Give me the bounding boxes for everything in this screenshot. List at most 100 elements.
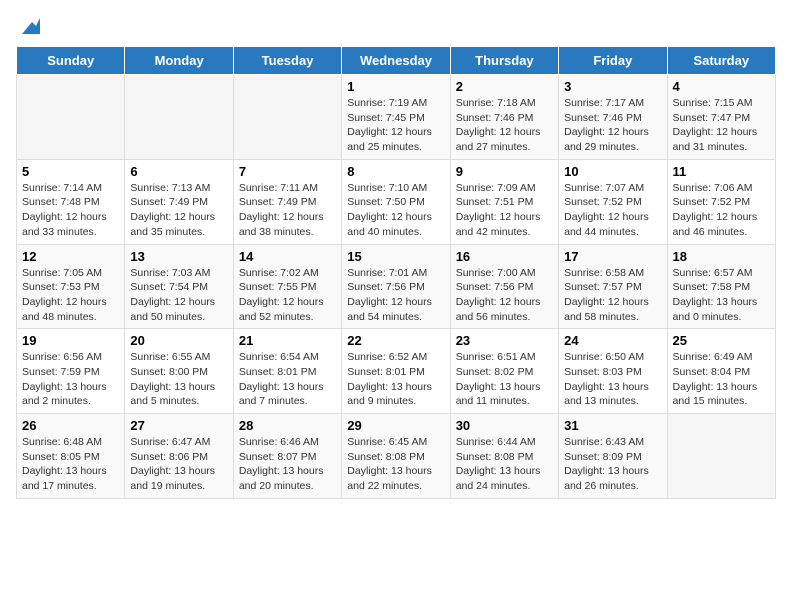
calendar-cell: 28 Sunrise: 6:46 AM Sunset: 8:07 PM Dayli… xyxy=(233,414,341,499)
day-number: 4 xyxy=(673,79,770,94)
logo-bird-icon xyxy=(18,16,40,38)
calendar-cell: 6Sunrise: 7:13 AM Sunset: 7:49 PM Daylig… xyxy=(125,159,233,244)
day-info: Sunrise: 6:55 AM Sunset: 8:00 PM Dayligh… xyxy=(130,350,227,409)
calendar-cell: 26 Sunrise: 6:48 AM Sunset: 8:05 PM Dayli… xyxy=(17,414,125,499)
day-number: 24 xyxy=(564,333,661,348)
calendar-cell: 12 Sunrise: 7:05 AM Sunset: 7:53 PM Dayli… xyxy=(17,244,125,329)
day-info: Sunrise: 7:07 AM Sunset: 7:52 PM Dayligh… xyxy=(564,181,661,240)
day-number: 17 xyxy=(564,249,661,264)
day-number: 26 xyxy=(22,418,119,433)
calendar-table: SundayMondayTuesdayWednesdayThursdayFrid… xyxy=(16,46,776,499)
day-info: Sunrise: 6:52 AM Sunset: 8:01 PM Dayligh… xyxy=(347,350,444,409)
day-number: 10 xyxy=(564,164,661,179)
day-number: 27 xyxy=(130,418,227,433)
day-info: Sunrise: 7:03 AM Sunset: 7:54 PM Dayligh… xyxy=(130,266,227,325)
day-number: 15 xyxy=(347,249,444,264)
day-number: 20 xyxy=(130,333,227,348)
calendar-cell xyxy=(125,75,233,160)
day-info: Sunrise: 6:49 AM Sunset: 8:04 PM Dayligh… xyxy=(673,350,770,409)
day-info: Sunrise: 7:15 AM Sunset: 7:47 PM Dayligh… xyxy=(673,96,770,155)
calendar-cell: 25 Sunrise: 6:49 AM Sunset: 8:04 PM Dayli… xyxy=(667,329,775,414)
header-row: SundayMondayTuesdayWednesdayThursdayFrid… xyxy=(17,47,776,75)
calendar-cell: 17Sunrise: 6:58 AM Sunset: 7:57 PM Dayli… xyxy=(559,244,667,329)
calendar-cell xyxy=(17,75,125,160)
calendar-cell: 11 Sunrise: 7:06 AM Sunset: 7:52 PM Dayli… xyxy=(667,159,775,244)
day-info: Sunrise: 7:01 AM Sunset: 7:56 PM Dayligh… xyxy=(347,266,444,325)
weekday-header-wednesday: Wednesday xyxy=(342,47,450,75)
calendar-cell: 2Sunrise: 7:18 AM Sunset: 7:46 PM Daylig… xyxy=(450,75,558,160)
day-info: Sunrise: 7:00 AM Sunset: 7:56 PM Dayligh… xyxy=(456,266,553,325)
day-number: 29 xyxy=(347,418,444,433)
weekday-header-sunday: Sunday xyxy=(17,47,125,75)
week-row-3: 12 Sunrise: 7:05 AM Sunset: 7:53 PM Dayli… xyxy=(17,244,776,329)
calendar-cell: 18Sunrise: 6:57 AM Sunset: 7:58 PM Dayli… xyxy=(667,244,775,329)
day-number: 28 xyxy=(239,418,336,433)
week-row-5: 26 Sunrise: 6:48 AM Sunset: 8:05 PM Dayli… xyxy=(17,414,776,499)
day-info: Sunrise: 7:17 AM Sunset: 7:46 PM Dayligh… xyxy=(564,96,661,155)
day-info: Sunrise: 6:43 AM Sunset: 8:09 PM Dayligh… xyxy=(564,435,661,494)
calendar-cell: 24 Sunrise: 6:50 AM Sunset: 8:03 PM Dayli… xyxy=(559,329,667,414)
weekday-header-tuesday: Tuesday xyxy=(233,47,341,75)
day-number: 31 xyxy=(564,418,661,433)
calendar-cell: 3 Sunrise: 7:17 AM Sunset: 7:46 PM Daylig… xyxy=(559,75,667,160)
calendar-cell: 14 Sunrise: 7:02 AM Sunset: 7:55 PM Dayli… xyxy=(233,244,341,329)
day-number: 25 xyxy=(673,333,770,348)
calendar-cell: 20 Sunrise: 6:55 AM Sunset: 8:00 PM Dayli… xyxy=(125,329,233,414)
day-number: 5 xyxy=(22,164,119,179)
day-info: Sunrise: 7:10 AM Sunset: 7:50 PM Dayligh… xyxy=(347,181,444,240)
day-number: 2 xyxy=(456,79,553,94)
calendar-cell: 16Sunrise: 7:00 AM Sunset: 7:56 PM Dayli… xyxy=(450,244,558,329)
calendar-cell xyxy=(233,75,341,160)
calendar-cell: 13Sunrise: 7:03 AM Sunset: 7:54 PM Dayli… xyxy=(125,244,233,329)
calendar-cell: 4 Sunrise: 7:15 AM Sunset: 7:47 PM Daylig… xyxy=(667,75,775,160)
day-number: 3 xyxy=(564,79,661,94)
calendar-cell: 23Sunrise: 6:51 AM Sunset: 8:02 PM Dayli… xyxy=(450,329,558,414)
calendar-cell: 27 Sunrise: 6:47 AM Sunset: 8:06 PM Dayli… xyxy=(125,414,233,499)
calendar-cell xyxy=(667,414,775,499)
day-number: 7 xyxy=(239,164,336,179)
week-row-2: 5 Sunrise: 7:14 AM Sunset: 7:48 PM Daylig… xyxy=(17,159,776,244)
day-info: Sunrise: 7:19 AM Sunset: 7:45 PM Dayligh… xyxy=(347,96,444,155)
day-info: Sunrise: 6:45 AM Sunset: 8:08 PM Dayligh… xyxy=(347,435,444,494)
day-number: 6 xyxy=(130,164,227,179)
day-info: Sunrise: 7:06 AM Sunset: 7:52 PM Dayligh… xyxy=(673,181,770,240)
week-row-4: 19Sunrise: 6:56 AM Sunset: 7:59 PM Dayli… xyxy=(17,329,776,414)
calendar-cell: 22 Sunrise: 6:52 AM Sunset: 8:01 PM Dayli… xyxy=(342,329,450,414)
day-info: Sunrise: 7:05 AM Sunset: 7:53 PM Dayligh… xyxy=(22,266,119,325)
day-number: 11 xyxy=(673,164,770,179)
weekday-header-saturday: Saturday xyxy=(667,47,775,75)
day-number: 9 xyxy=(456,164,553,179)
day-number: 21 xyxy=(239,333,336,348)
page-header xyxy=(16,16,776,34)
day-info: Sunrise: 7:02 AM Sunset: 7:55 PM Dayligh… xyxy=(239,266,336,325)
week-row-1: 1 Sunrise: 7:19 AM Sunset: 7:45 PM Daylig… xyxy=(17,75,776,160)
calendar-cell: 7 Sunrise: 7:11 AM Sunset: 7:49 PM Daylig… xyxy=(233,159,341,244)
calendar-cell: 8 Sunrise: 7:10 AM Sunset: 7:50 PM Daylig… xyxy=(342,159,450,244)
calendar-cell: 21Sunrise: 6:54 AM Sunset: 8:01 PM Dayli… xyxy=(233,329,341,414)
day-number: 19 xyxy=(22,333,119,348)
calendar-cell: 9 Sunrise: 7:09 AM Sunset: 7:51 PM Daylig… xyxy=(450,159,558,244)
day-info: Sunrise: 6:50 AM Sunset: 8:03 PM Dayligh… xyxy=(564,350,661,409)
day-info: Sunrise: 6:47 AM Sunset: 8:06 PM Dayligh… xyxy=(130,435,227,494)
weekday-header-thursday: Thursday xyxy=(450,47,558,75)
calendar-cell: 31 Sunrise: 6:43 AM Sunset: 8:09 PM Dayli… xyxy=(559,414,667,499)
calendar-cell: 1 Sunrise: 7:19 AM Sunset: 7:45 PM Daylig… xyxy=(342,75,450,160)
day-number: 22 xyxy=(347,333,444,348)
day-info: Sunrise: 7:14 AM Sunset: 7:48 PM Dayligh… xyxy=(22,181,119,240)
day-info: Sunrise: 6:57 AM Sunset: 7:58 PM Dayligh… xyxy=(673,266,770,325)
day-number: 8 xyxy=(347,164,444,179)
day-info: Sunrise: 6:48 AM Sunset: 8:05 PM Dayligh… xyxy=(22,435,119,494)
day-number: 14 xyxy=(239,249,336,264)
day-info: Sunrise: 6:46 AM Sunset: 8:07 PM Dayligh… xyxy=(239,435,336,494)
day-number: 1 xyxy=(347,79,444,94)
day-number: 30 xyxy=(456,418,553,433)
day-info: Sunrise: 7:11 AM Sunset: 7:49 PM Dayligh… xyxy=(239,181,336,240)
calendar-cell: 29 Sunrise: 6:45 AM Sunset: 8:08 PM Dayli… xyxy=(342,414,450,499)
calendar-cell: 10 Sunrise: 7:07 AM Sunset: 7:52 PM Dayli… xyxy=(559,159,667,244)
day-info: Sunrise: 6:51 AM Sunset: 8:02 PM Dayligh… xyxy=(456,350,553,409)
day-number: 12 xyxy=(22,249,119,264)
weekday-header-monday: Monday xyxy=(125,47,233,75)
calendar-cell: 15 Sunrise: 7:01 AM Sunset: 7:56 PM Dayli… xyxy=(342,244,450,329)
day-info: Sunrise: 7:09 AM Sunset: 7:51 PM Dayligh… xyxy=(456,181,553,240)
calendar-cell: 19Sunrise: 6:56 AM Sunset: 7:59 PM Dayli… xyxy=(17,329,125,414)
